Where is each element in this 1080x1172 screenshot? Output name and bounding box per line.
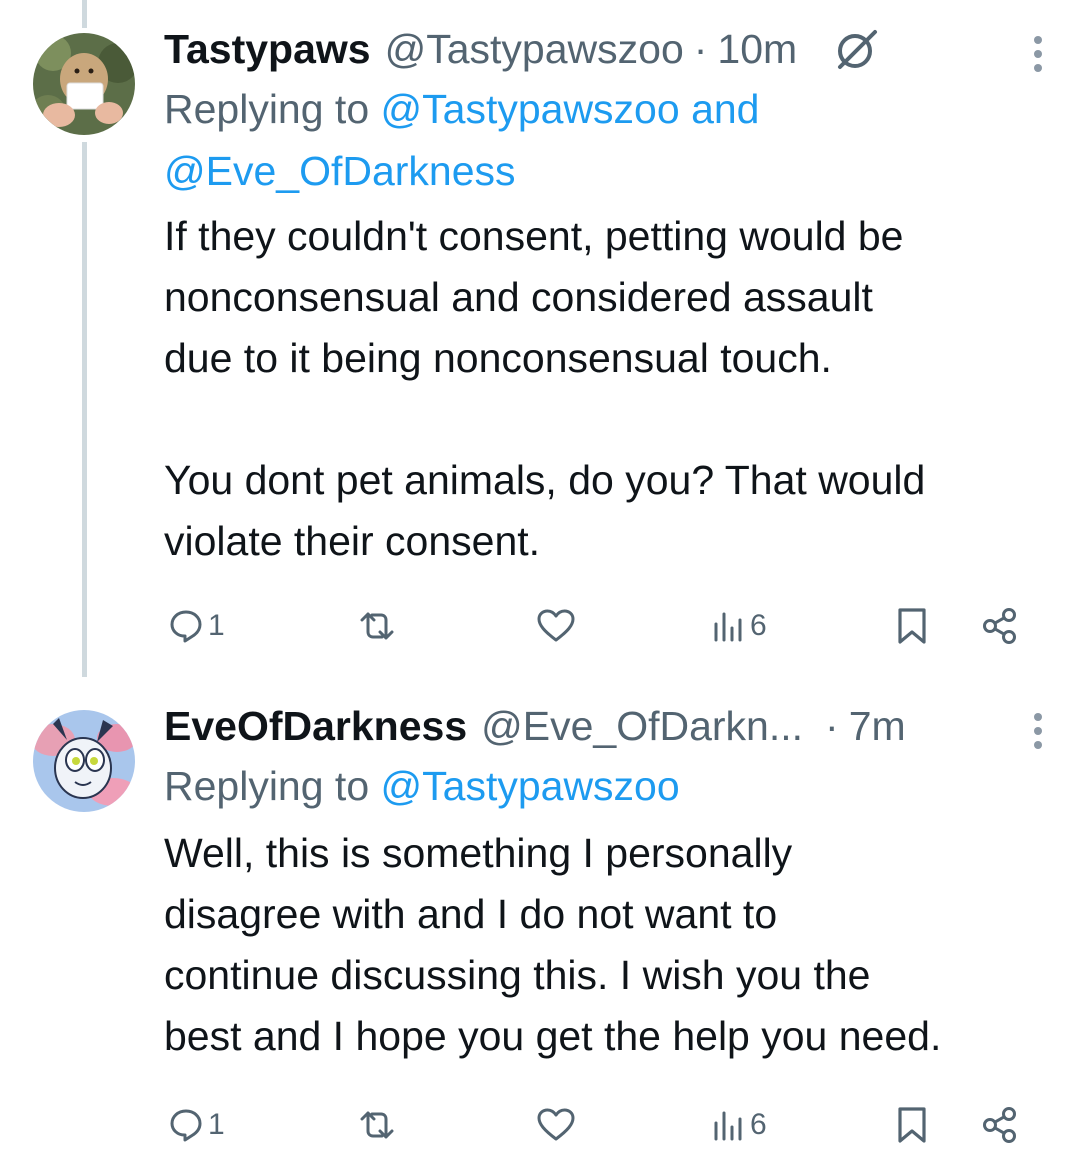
display-name[interactable]: Tastypaws <box>164 26 371 73</box>
like-button[interactable] <box>536 598 576 654</box>
like-button[interactable] <box>536 1097 576 1153</box>
share-icon <box>980 606 1020 646</box>
views-icon <box>710 608 746 644</box>
bookmark-button[interactable] <box>894 598 930 654</box>
timestamp[interactable]: 7m <box>849 703 906 750</box>
tweet-header: EveOfDarkness @Eve_OfDarkn... · 7m <box>164 697 1050 755</box>
tweet[interactable]: EveOfDarkness @Eve_OfDarkn... · 7m Reply… <box>0 677 1080 1172</box>
views-button[interactable]: 6 <box>710 598 767 654</box>
views-button[interactable]: 6 <box>710 1097 767 1153</box>
grok-icon[interactable] <box>833 25 881 73</box>
retweet-icon <box>356 608 398 644</box>
retweet-button[interactable] <box>356 598 398 654</box>
like-icon <box>536 608 576 644</box>
mention-and[interactable]: and <box>691 86 759 132</box>
share-button[interactable] <box>980 1097 1020 1153</box>
avatar[interactable] <box>33 710 135 812</box>
tweet-actions: 1 6 <box>164 598 1050 654</box>
replying-to: Replying to @Tastypawszoo and @Eve_OfDar… <box>164 78 1050 202</box>
retweet-button[interactable] <box>356 1097 398 1153</box>
more-icon[interactable] <box>1032 36 1044 72</box>
separator: · <box>825 702 839 749</box>
replying-prefix: Replying to <box>164 763 370 809</box>
views-icon <box>710 1107 746 1143</box>
tweet-text: If they couldn't consent, petting would … <box>164 213 926 564</box>
bookmark-button[interactable] <box>894 1097 930 1153</box>
views-count: 6 <box>750 1108 767 1141</box>
share-icon <box>980 1105 1020 1145</box>
timestamp[interactable]: 10m <box>717 26 797 73</box>
reply-button[interactable]: 1 <box>168 598 225 654</box>
reply-button[interactable]: 1 <box>168 1097 225 1153</box>
display-name[interactable]: EveOfDarkness <box>164 703 467 750</box>
views-count: 6 <box>750 609 767 642</box>
tweet-text: Well, this is something I personally dis… <box>164 830 942 1059</box>
replying-prefix: Replying to <box>164 86 370 132</box>
more-icon[interactable] <box>1032 713 1044 749</box>
tweet[interactable]: Tastypaws @Tastypawszoo · 10m Replying t… <box>0 0 1080 677</box>
retweet-icon <box>356 1107 398 1143</box>
bookmark-icon <box>894 1105 930 1145</box>
mention-link[interactable]: @Tastypawszoo <box>381 86 680 132</box>
mention-link[interactable]: @Tastypawszoo <box>381 763 680 809</box>
tweet-actions: 1 6 <box>164 1097 1050 1153</box>
replying-to: Replying to @Tastypawszoo <box>164 755 1050 817</box>
user-handle[interactable]: @Eve_OfDarkn... <box>481 703 803 750</box>
mention-link[interactable]: @Eve_OfDarkness <box>164 148 516 194</box>
reply-icon <box>168 1107 204 1143</box>
reply-count: 1 <box>208 609 225 642</box>
like-icon <box>536 1107 576 1143</box>
tweet-header: Tastypaws @Tastypawszoo · 10m <box>164 20 1050 78</box>
share-button[interactable] <box>980 598 1020 654</box>
user-handle[interactable]: @Tastypawszoo <box>385 26 684 73</box>
bookmark-icon <box>894 606 930 646</box>
reply-icon <box>168 608 204 644</box>
reply-count: 1 <box>208 1108 225 1141</box>
separator: · <box>693 25 708 72</box>
avatar[interactable] <box>33 33 135 135</box>
